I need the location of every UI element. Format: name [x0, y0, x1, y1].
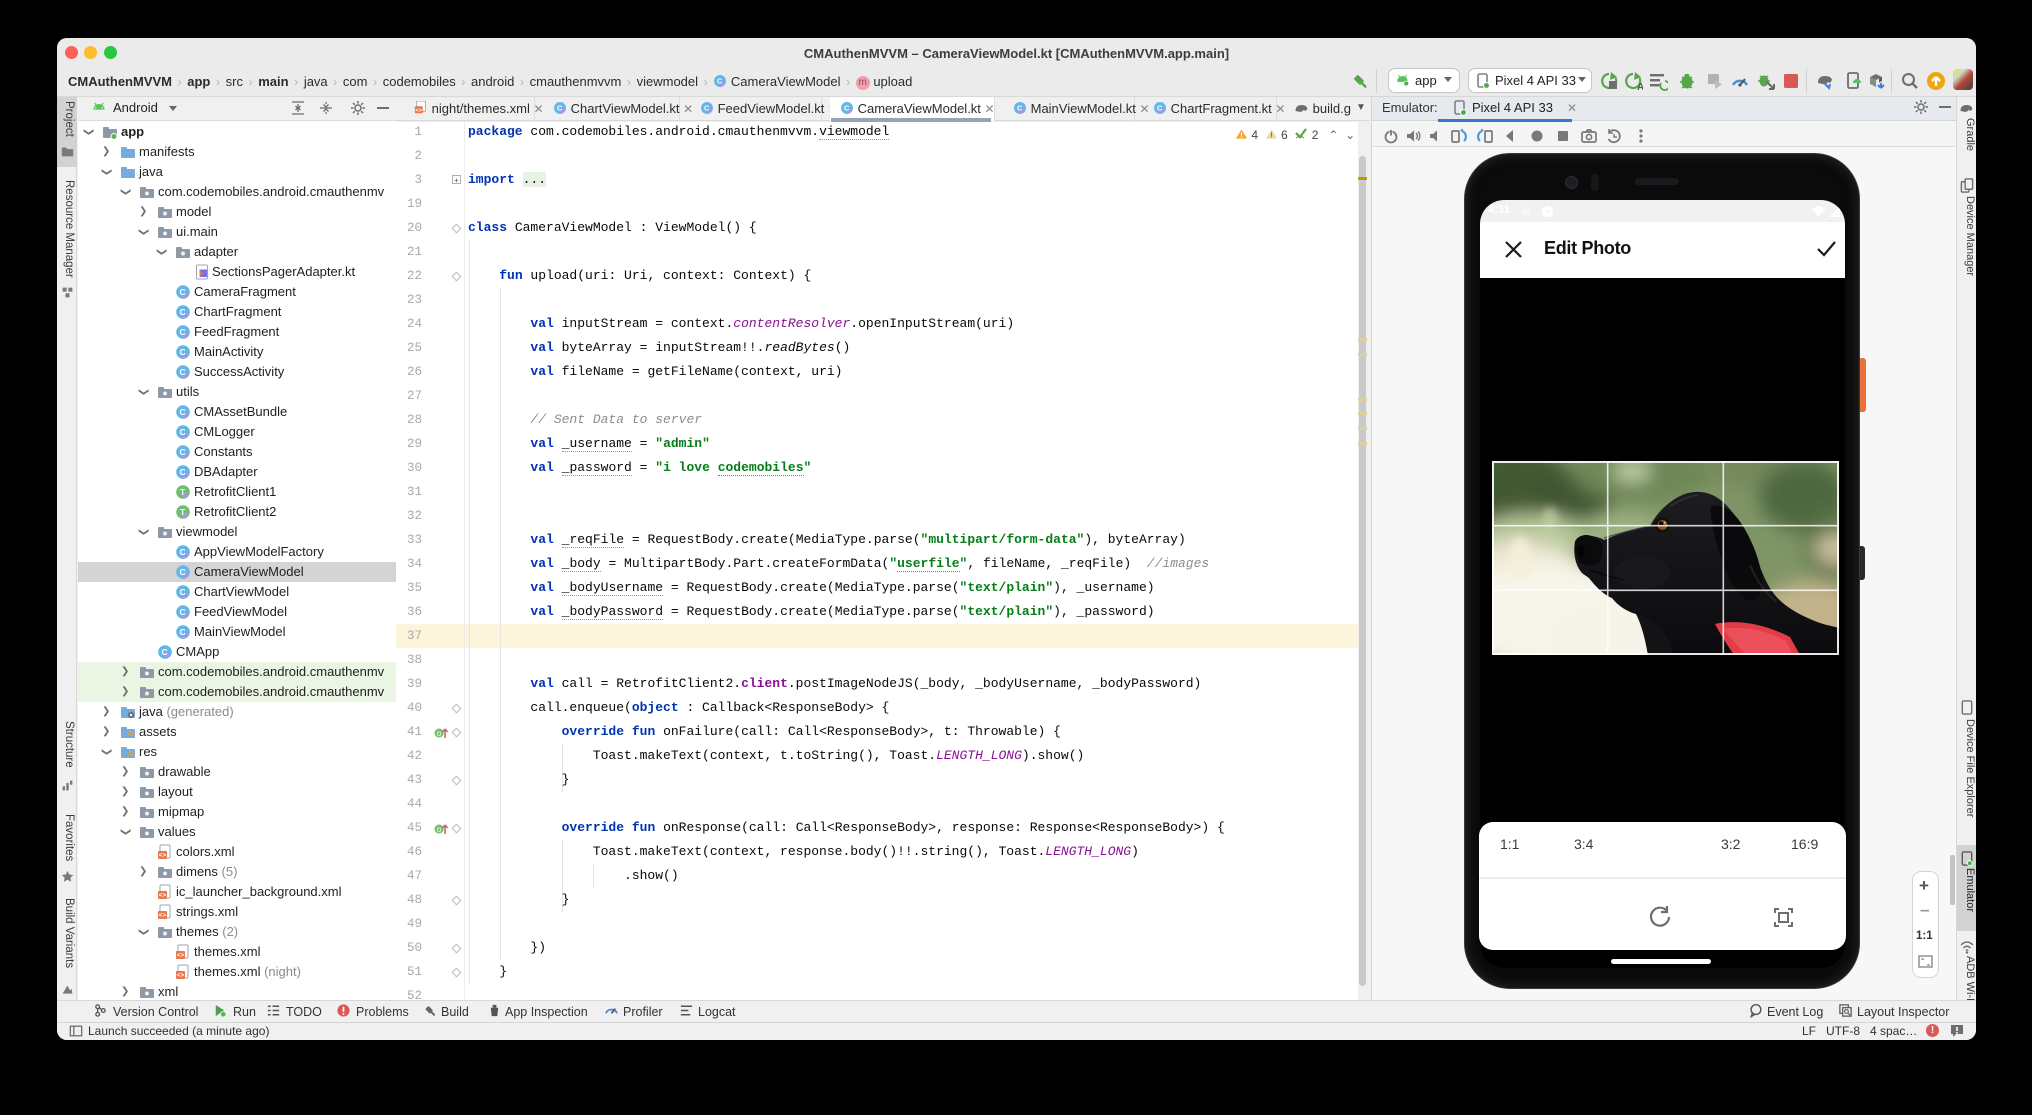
svg-text:C: C	[180, 307, 186, 317]
svg-text:C: C	[180, 427, 186, 437]
svg-text:C: C	[180, 287, 186, 297]
svg-text:C: C	[162, 647, 168, 657]
svg-text:C: C	[557, 104, 563, 113]
svg-text:C: C	[704, 104, 710, 113]
svg-text:!: !	[1270, 131, 1272, 140]
svg-text:!: !	[1240, 131, 1242, 140]
svg-text:C: C	[180, 567, 186, 577]
svg-text:C: C	[1017, 104, 1023, 113]
svg-text:<>: <>	[415, 107, 422, 114]
svg-text:T: T	[180, 487, 186, 497]
svg-text:<>: <>	[177, 972, 185, 979]
svg-text:C: C	[844, 104, 850, 113]
svg-text:A: A	[1637, 82, 1643, 91]
svg-text:<>: <>	[177, 952, 185, 959]
svg-text:C: C	[180, 547, 186, 557]
svg-text:C: C	[180, 587, 186, 597]
svg-text:<>: <>	[159, 912, 167, 919]
svg-text:C: C	[180, 447, 186, 457]
svg-text:C: C	[180, 347, 186, 357]
svg-text:C: C	[1157, 104, 1163, 113]
svg-text:C: C	[180, 607, 186, 617]
svg-text:o: o	[437, 729, 442, 738]
svg-text:C: C	[180, 627, 186, 637]
svg-text:<>: <>	[159, 852, 167, 859]
svg-text:T: T	[180, 507, 186, 517]
svg-text:<>: <>	[159, 892, 167, 899]
svg-text:o: o	[437, 825, 442, 834]
svg-text:C: C	[717, 77, 723, 86]
svg-text:C: C	[180, 327, 186, 337]
svg-text:C: C	[180, 467, 186, 477]
svg-text:C: C	[180, 367, 186, 377]
svg-text:C: C	[180, 407, 186, 417]
